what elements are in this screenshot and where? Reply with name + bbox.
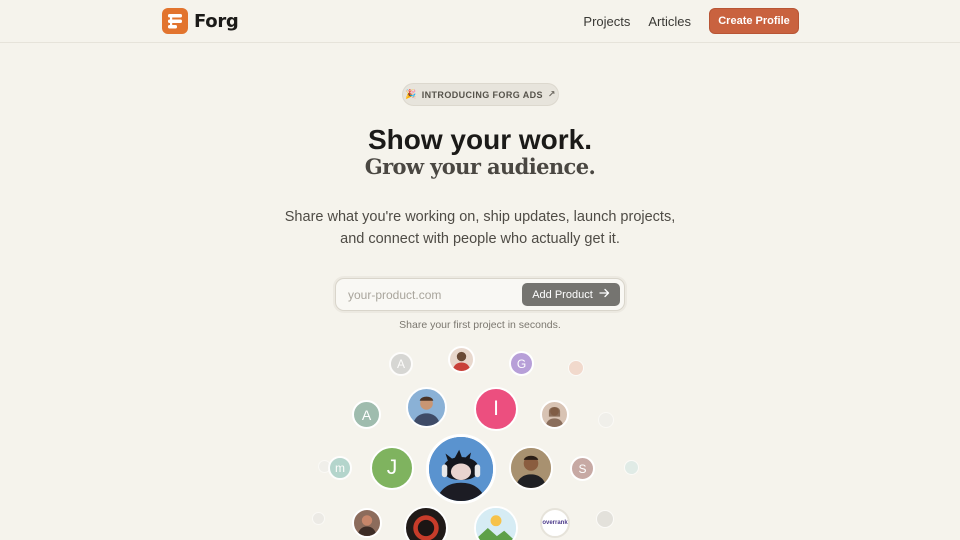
avatar-letter-g[interactable]: G — [509, 351, 534, 376]
brand-logo[interactable]: Forg — [162, 8, 239, 34]
main-nav: Projects Articles Create Profile — [583, 8, 799, 34]
avatar-letter: I — [493, 397, 499, 420]
overrank-logo-text: overrank — [542, 520, 568, 526]
hero-description: Share what you're working on, ship updat… — [0, 206, 960, 250]
mask-icon — [413, 515, 439, 540]
avatar-letter: S — [578, 461, 587, 476]
arrow-right-icon — [599, 288, 610, 301]
avatar-landscape[interactable] — [474, 506, 518, 540]
hero-description-line-2: and connect with people who actually get… — [340, 231, 620, 247]
avatar-photo-bearded-man[interactable] — [448, 346, 475, 373]
avatar-letter: m — [335, 461, 345, 475]
avatar-faded-orange[interactable] — [568, 360, 584, 376]
arrow-up-right-icon: ↗ — [547, 89, 556, 99]
add-product-button[interactable]: Add Product — [522, 283, 620, 306]
hero-headline: Show your work. — [367, 124, 593, 155]
avatar-photo-bottom-left[interactable] — [352, 508, 382, 538]
nav-link-projects[interactable]: Projects — [583, 14, 630, 29]
avatar-letter: A — [396, 357, 405, 371]
person-portrait-icon — [452, 351, 471, 371]
person-portrait-icon — [412, 396, 441, 426]
hero-subheadline: Grow your audience. — [364, 154, 596, 179]
person-portrait-icon — [357, 515, 377, 536]
avatar-featured-anime[interactable] — [426, 434, 496, 504]
avatar-letter-j-green[interactable]: J — [370, 446, 414, 490]
person-portrait-icon — [511, 448, 551, 488]
party-popper-icon: 🎉 — [405, 89, 417, 99]
avatar-photo-man-suit[interactable] — [406, 387, 447, 428]
avatar-faded-teal[interactable] — [624, 460, 639, 475]
avatar-letter-a-top[interactable]: A — [389, 352, 413, 376]
avatar-letter: J — [386, 456, 398, 479]
avatar-letter: G — [516, 356, 527, 371]
signup-hint: Share your first project in seconds. — [399, 319, 561, 331]
community-avatar-cloud: A G A I m J S overrank — [0, 340, 960, 540]
avatar-photo-woman[interactable] — [540, 400, 569, 429]
forg-logo-icon — [162, 8, 188, 34]
avatar-letter: A — [361, 406, 372, 423]
product-url-form: Add Product — [335, 278, 625, 311]
landscape-icon — [476, 508, 516, 540]
avatar-photo-man-outdoor[interactable] — [509, 446, 553, 490]
announcement-pill[interactable]: 🎉 INTRODUCING FORG ADS ↗ — [402, 83, 559, 106]
add-product-label: Add Product — [532, 288, 593, 301]
site-header: Forg Projects Articles Create Profile — [0, 0, 960, 43]
anime-character-icon — [429, 437, 493, 501]
avatar-letter-m[interactable]: m — [328, 456, 352, 480]
avatar-letter-s[interactable]: S — [570, 456, 595, 481]
avatar-faded-right[interactable] — [598, 412, 614, 428]
product-url-input[interactable] — [348, 287, 518, 303]
hero-description-line-1: Share what you're working on, ship updat… — [284, 209, 676, 225]
avatar-letter-i-pink[interactable]: I — [474, 387, 518, 431]
create-profile-button[interactable]: Create Profile — [709, 8, 799, 34]
announcement-text: INTRODUCING FORG ADS — [421, 89, 543, 100]
nav-link-articles[interactable]: Articles — [648, 14, 691, 29]
brand-name: Forg — [194, 10, 239, 32]
avatar-dark-mask[interactable] — [404, 506, 448, 540]
avatar-faded-bottom-left[interactable] — [312, 512, 325, 525]
person-portrait-icon — [545, 406, 564, 427]
avatar-faded-bottom-right[interactable] — [596, 510, 614, 528]
avatar-letter-a-green[interactable]: A — [352, 400, 381, 429]
avatar-overrank-logo[interactable]: overrank — [540, 508, 570, 538]
